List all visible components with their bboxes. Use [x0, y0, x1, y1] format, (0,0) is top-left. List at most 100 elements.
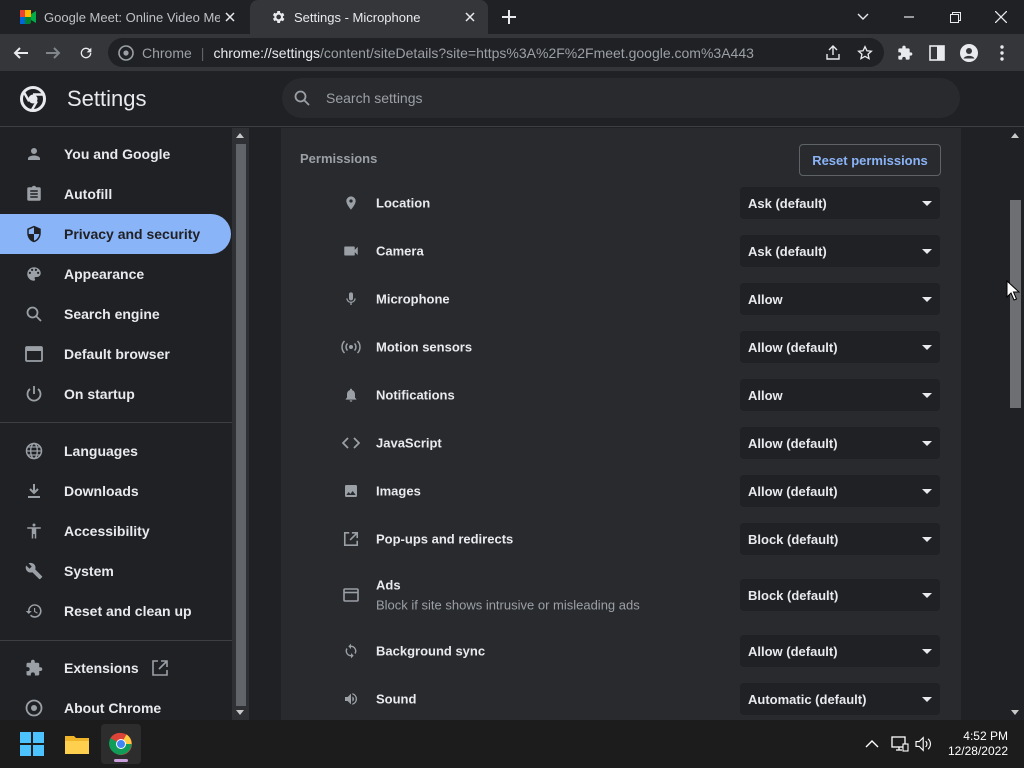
permission-row-camera: Camera Ask (default) [281, 227, 961, 275]
sidebar-scrollbar[interactable] [232, 128, 249, 720]
permission-label: Ads Block if site shows intrusive or misl… [376, 578, 640, 613]
microphone-icon [341, 289, 361, 309]
sidebar-item-on-startup[interactable]: On startup [0, 374, 231, 414]
permission-select-microphone[interactable]: Allow [740, 283, 940, 315]
gear-icon [270, 9, 286, 25]
settings-sidebar: You and Google Autofill Privacy and secu… [0, 128, 232, 720]
back-button[interactable] [6, 38, 36, 68]
chrome-menu-button[interactable] [987, 38, 1017, 68]
arrow-left-icon [13, 47, 28, 59]
sidebar-item-downloads[interactable]: Downloads [0, 471, 231, 511]
close-tab-icon[interactable] [462, 9, 478, 25]
show-hidden-icons-button[interactable] [862, 734, 882, 754]
url-path: /content/siteDetails?site=https%3A%2F%2F… [320, 44, 754, 61]
share-button[interactable] [818, 38, 848, 68]
power-icon [24, 384, 44, 404]
sidebar-item-privacy-and-security[interactable]: Privacy and security [0, 214, 231, 254]
minimize-icon [904, 16, 914, 18]
new-tab-button[interactable] [498, 6, 520, 28]
close-tab-icon[interactable] [222, 9, 238, 25]
mouse-cursor-icon [1006, 280, 1020, 301]
tab-search-button[interactable] [840, 0, 886, 34]
sidebar-item-languages[interactable]: Languages [0, 431, 231, 471]
browser-window-icon [24, 344, 44, 364]
permission-select-images[interactable]: Allow (default) [740, 475, 940, 507]
search-settings-box[interactable] [282, 78, 960, 118]
settings-header: Settings [0, 71, 1024, 127]
volume-button[interactable] [914, 734, 934, 754]
sidebar-item-accessibility[interactable]: Accessibility [0, 511, 231, 551]
scroll-down-arrow[interactable] [236, 710, 244, 715]
sidebar-item-you-and-google[interactable]: You and Google [0, 134, 231, 174]
search-input[interactable] [326, 90, 926, 106]
tab-settings-microphone[interactable]: Settings - Microphone [250, 0, 488, 34]
reload-icon [80, 47, 92, 59]
permission-select-notifications[interactable]: Allow [740, 379, 940, 411]
permission-select-javascript[interactable]: Allow (default) [740, 427, 940, 459]
network-button[interactable] [890, 734, 910, 754]
permission-select-sound[interactable]: Automatic (default) [740, 683, 940, 715]
sidebar-item-system[interactable]: System [0, 551, 231, 591]
sidebar-item-extensions[interactable]: Extensions [0, 648, 231, 688]
forward-button[interactable] [38, 38, 68, 68]
permission-label: Background sync [376, 643, 486, 659]
globe-icon [24, 441, 44, 461]
sidebar-item-default-browser[interactable]: Default browser [0, 334, 231, 374]
permission-select-popups[interactable]: Block (default) [740, 523, 940, 555]
permission-label: Sound [376, 691, 417, 707]
extensions-button[interactable] [890, 38, 920, 68]
scrollbar-thumb[interactable] [1010, 200, 1021, 408]
permission-select-ads[interactable]: Block (default) [740, 579, 940, 611]
permission-select-location[interactable]: Ask (default) [740, 187, 940, 219]
caret-down-icon [922, 537, 932, 542]
permission-sublabel: Block if site shows intrusive or mislead… [376, 597, 640, 613]
permission-row-location: Location Ask (default) [281, 179, 961, 227]
code-icon [341, 433, 361, 453]
side-panel-button[interactable] [922, 38, 952, 68]
sidebar-item-reset-and-clean-up[interactable]: Reset and clean up [0, 591, 231, 631]
start-button[interactable] [12, 724, 52, 764]
tab-google-meet[interactable]: Google Meet: Online Video Meet [0, 0, 248, 34]
minimize-button[interactable] [886, 0, 932, 34]
speaker-icon [915, 736, 931, 752]
file-explorer-button[interactable] [57, 724, 97, 764]
main-scrollbar[interactable] [1007, 128, 1024, 720]
permission-row-microphone: Microphone Allow [281, 275, 961, 323]
location-pin-icon [341, 193, 361, 213]
permission-select-motion-sensors[interactable]: Allow (default) [740, 331, 940, 363]
reload-button[interactable] [71, 38, 101, 68]
address-bar[interactable]: Chrome | chrome://settings/content/siteD… [108, 38, 884, 67]
select-value: Automatic (default) [748, 691, 867, 707]
close-window-button[interactable] [978, 0, 1024, 34]
permission-select-camera[interactable]: Ask (default) [740, 235, 940, 267]
caret-down-icon [922, 345, 932, 350]
bookmark-button[interactable] [850, 38, 880, 68]
sidebar-item-label: Default browser [64, 346, 170, 362]
tab-title: Settings - Microphone [294, 9, 421, 25]
browser-toolbar: Chrome | chrome://settings/content/siteD… [0, 34, 1024, 71]
sidebar-item-autofill[interactable]: Autofill [0, 174, 231, 214]
permission-label: Notifications [376, 387, 455, 403]
reset-permissions-button[interactable]: Reset permissions [799, 144, 941, 176]
sidebar-item-label: Reset and clean up [64, 603, 192, 619]
folder-icon [65, 736, 89, 754]
profile-button[interactable] [954, 38, 984, 68]
search-icon [24, 304, 44, 324]
scroll-down-arrow[interactable] [1011, 710, 1019, 715]
select-value: Allow (default) [748, 435, 838, 451]
scroll-up-arrow[interactable] [1011, 133, 1019, 138]
tab-title: Google Meet: Online Video Meet [44, 9, 220, 25]
permission-label: Location [376, 195, 431, 211]
restore-window-icon [949, 11, 961, 23]
sidebar-item-appearance[interactable]: Appearance [0, 254, 231, 294]
download-icon [24, 481, 44, 501]
windows-logo-icon [20, 732, 44, 756]
restore-button[interactable] [932, 0, 978, 34]
chrome-icon [24, 698, 44, 718]
system-clock[interactable]: 4:52 PM 12/28/2022 [948, 729, 1008, 759]
chrome-taskbar-button[interactable] [101, 724, 141, 764]
permission-select-background-sync[interactable]: Allow (default) [740, 635, 940, 667]
scrollbar-thumb[interactable] [236, 144, 246, 706]
sidebar-item-search-engine[interactable]: Search engine [0, 294, 231, 334]
scroll-up-arrow[interactable] [236, 133, 244, 138]
